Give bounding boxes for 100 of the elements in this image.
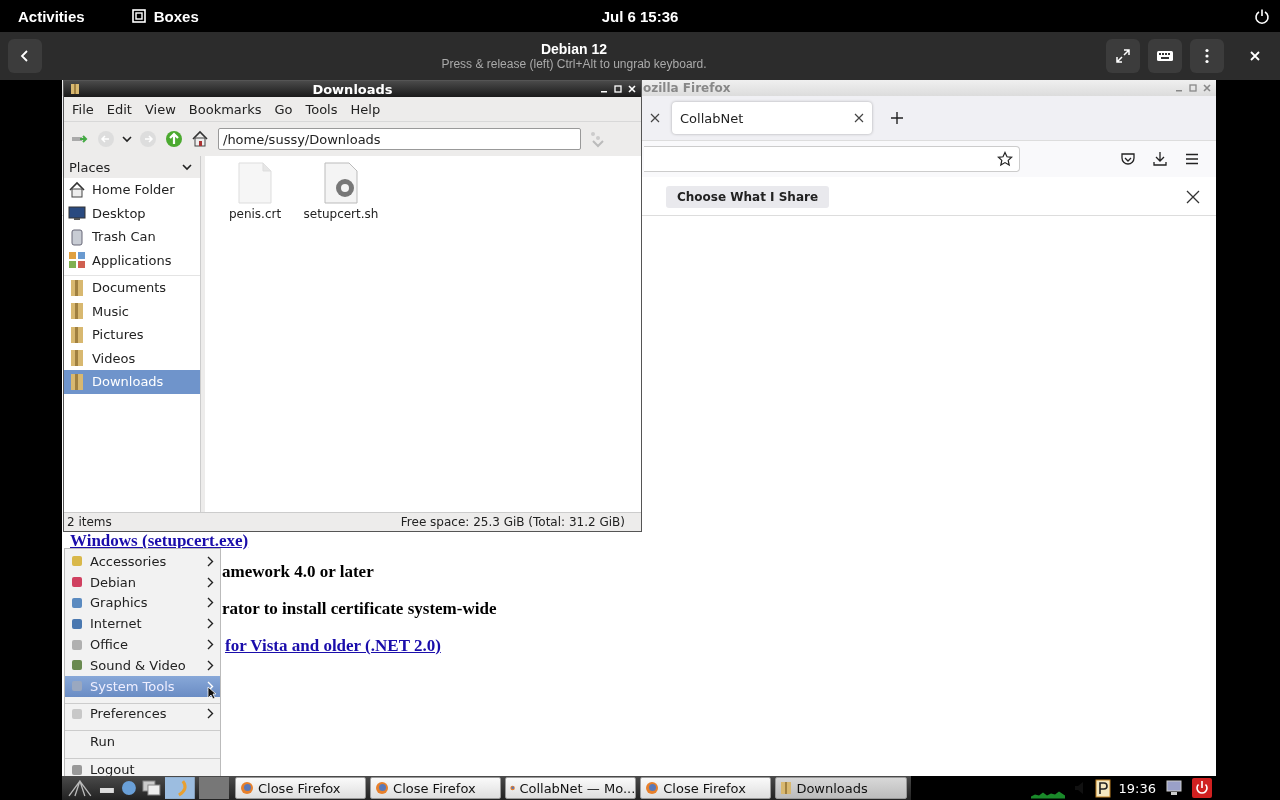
boxes-icon (130, 8, 147, 24)
taskbar-button[interactable]: Close Firefox (234, 777, 367, 799)
close-tab-icon[interactable] (650, 113, 660, 123)
category-icon (71, 763, 83, 776)
chevron-right-icon (207, 708, 214, 720)
network-icon[interactable] (1164, 778, 1184, 798)
menu-item[interactable]: View (144, 101, 176, 117)
home-icon (68, 180, 86, 199)
category-icon (71, 680, 83, 693)
shutdown-icon[interactable] (1192, 778, 1212, 798)
menu-item[interactable]: Help (350, 101, 381, 117)
menu-item[interactable]: Graphics (65, 592, 220, 614)
choose-what-i-share-button[interactable]: Choose What I Share (666, 186, 830, 208)
folder-icon (68, 325, 86, 344)
category-icon (71, 707, 83, 720)
mouse-cursor-icon (207, 686, 216, 700)
power-icon[interactable] (1254, 8, 1270, 24)
chevron-right-icon (207, 618, 214, 630)
taskbar-button[interactable]: Downloads (775, 777, 907, 799)
browser-icon (645, 781, 660, 795)
more-icon (1205, 48, 1209, 64)
page-text: rator to install certificate system-wide (222, 599, 497, 619)
taskbar-button[interactable]: CollabNet — Mo... (505, 777, 637, 799)
menu-item[interactable]: Run (65, 731, 220, 753)
menu-item[interactable]: Logout (65, 759, 220, 780)
keyboard-button[interactable] (1148, 39, 1182, 73)
close-tab-icon[interactable] (854, 113, 864, 123)
menu-item[interactable]: Edit (106, 101, 132, 117)
sidebar-item[interactable]: Trash Can (64, 225, 200, 249)
download-link[interactable]: Windows (setupcert.exe) (70, 531, 249, 551)
category-icon (71, 617, 83, 630)
sidebar-item[interactable]: Videos (64, 346, 200, 370)
taskbar-button[interactable]: Close Firefox (640, 777, 772, 799)
page-text: amework 4.0 or later (222, 562, 374, 582)
free-space-text: Free space: 25.3 GiB (Total: 31.2 GiB) (400, 515, 625, 529)
window-title: Debian 12 (540, 41, 608, 57)
menu-item[interactable]: Accessories (65, 551, 220, 572)
category-icon (71, 597, 83, 609)
browser-tab[interactable]: CollabNet (672, 102, 872, 134)
chevron-right-icon (207, 555, 214, 567)
chevron-right-icon (207, 639, 214, 651)
path-field[interactable]: /home/sussy/Downloads (218, 128, 581, 150)
sidebar-item[interactable]: Home Folder (64, 178, 200, 202)
chevron-right-icon (207, 659, 214, 671)
menu-item[interactable]: Debian (65, 571, 220, 593)
menu-item[interactable]: Tools (305, 101, 338, 117)
window-title: ozilla Firefox (643, 81, 731, 95)
menu-item[interactable]: File (72, 101, 94, 117)
pocket-icon[interactable] (1120, 151, 1136, 167)
menu-item[interactable]: Bookmarks (188, 101, 262, 117)
taskbar-button[interactable]: Close Firefox (370, 777, 502, 799)
activities-button[interactable]: Activities (18, 7, 85, 25)
app-menu[interactable]: Boxes (130, 7, 199, 25)
fullscreen-button[interactable] (1106, 39, 1140, 73)
close-icon (1250, 51, 1260, 61)
download-icon[interactable] (1152, 151, 1168, 167)
home-icon[interactable] (190, 129, 210, 149)
script-file-icon (323, 162, 359, 204)
bookmark-star-icon[interactable] (997, 151, 1013, 167)
start-menu-icon[interactable] (66, 778, 94, 798)
clock[interactable]: Jul 6 15:36 (601, 7, 679, 25)
menu-item[interactable]: Go (274, 101, 293, 117)
network-browser-icon[interactable] (119, 779, 138, 797)
sidebar-item[interactable]: Applications (64, 248, 200, 272)
clock[interactable]: 19:36 (1118, 780, 1156, 796)
menu-button[interactable] (1190, 39, 1224, 73)
keyboard-layout-icon[interactable] (1094, 778, 1111, 798)
folder-icon (68, 278, 86, 297)
window-subtitle: Press & release (left) Ctrl+Alt to ungrab keyboard. (441, 57, 707, 71)
sidebar-item[interactable]: Documents (64, 276, 200, 300)
menu-item[interactable]: Internet (65, 613, 220, 635)
browser-icon (239, 781, 254, 795)
chevron-right-icon (207, 576, 214, 588)
menu-item[interactable]: Preferences (65, 703, 220, 725)
fullscreen-icon (1115, 48, 1131, 64)
category-icon (71, 638, 83, 651)
sidebar-item[interactable]: Music (64, 299, 200, 323)
keyboard-icon (1156, 49, 1174, 63)
up-icon[interactable] (164, 129, 184, 149)
download-link[interactable]: for Vista and older (.NET 2.0) (225, 636, 441, 656)
browser-launcher-icon[interactable] (165, 777, 196, 799)
back-icon (19, 49, 31, 63)
sidebar-item[interactable]: Pictures (64, 323, 200, 347)
address-field[interactable] (644, 146, 1020, 172)
folder-icon (68, 372, 86, 391)
places-label: Places (69, 159, 111, 175)
menu-item[interactable]: Sound & Video (65, 655, 220, 676)
menu-item[interactable]: Office (65, 634, 220, 655)
history-dropdown-icon[interactable] (122, 134, 132, 144)
sidebar-item[interactable]: Desktop (64, 201, 200, 225)
desktop-icon (68, 204, 86, 223)
applications-icon (68, 251, 86, 270)
file-entry[interactable]: penis.crt (221, 162, 289, 221)
trash-icon (68, 227, 86, 246)
folder-icon (68, 349, 86, 368)
back-button[interactable] (8, 39, 42, 73)
close-icon[interactable] (1186, 190, 1200, 204)
menu-icon[interactable] (1184, 151, 1200, 167)
dropdown-icon[interactable] (182, 163, 192, 171)
windows-icon[interactable] (141, 779, 162, 797)
